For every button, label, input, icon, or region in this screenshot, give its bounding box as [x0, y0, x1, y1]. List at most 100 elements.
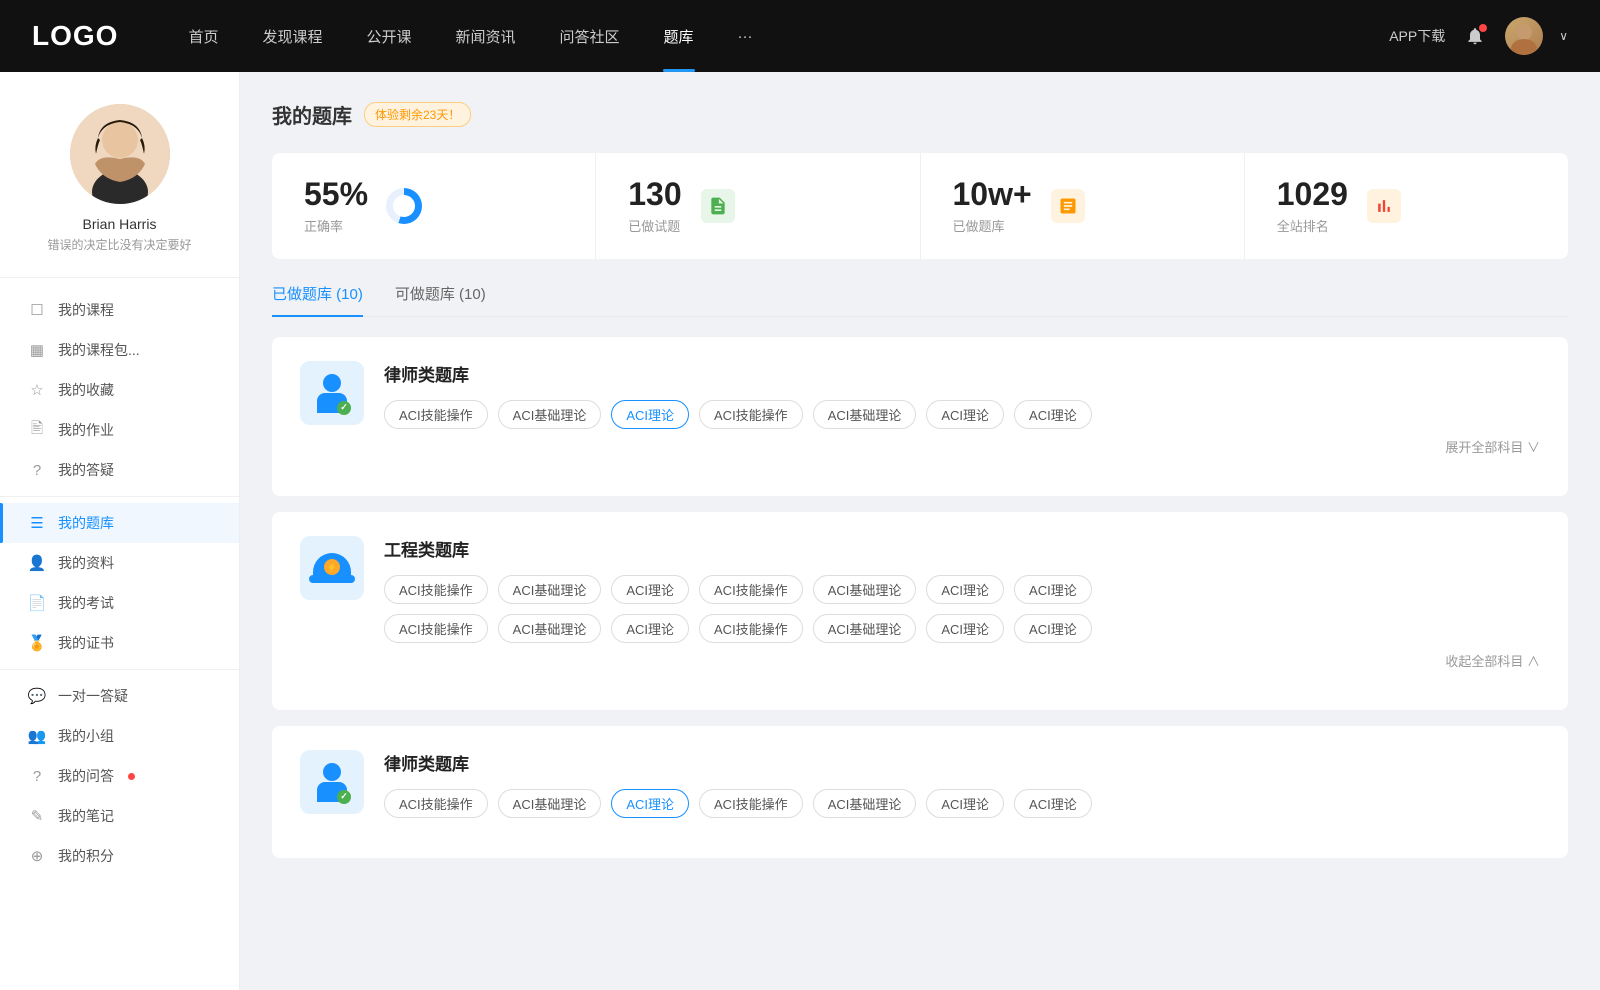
stat-banks-value: 10w+ — [953, 177, 1032, 212]
sidebar-label-homework: 我的作业 — [58, 420, 114, 440]
rank-icon — [1364, 186, 1404, 226]
sidebar-item-myqa[interactable]: ? 我的问答 — [0, 756, 239, 796]
tag-2-13[interactable]: ACI理论 — [1014, 614, 1092, 643]
tag-2-9[interactable]: ACI理论 — [611, 614, 689, 643]
notification-bell[interactable] — [1461, 22, 1489, 50]
lawyer-head-3 — [323, 763, 341, 781]
nav-links: 首页 发现课程 公开课 新闻资讯 问答社区 题库 ··· — [166, 0, 1389, 72]
sidebar-profile: Brian Harris 错误的决定比没有决定要好 — [0, 104, 239, 278]
chart-icon: ▦ — [28, 341, 46, 359]
qbank-card-1-expand[interactable]: 展开全部科目 ∨ — [384, 437, 1540, 456]
cert-icon: 🏅 — [28, 634, 46, 652]
sidebar-item-group[interactable]: 👥 我的小组 — [0, 716, 239, 756]
tag-3-3[interactable]: ACI技能操作 — [699, 789, 803, 818]
green-doc-icon — [701, 189, 735, 223]
sidebar-label-courses: 我的课程 — [58, 300, 114, 320]
qbank-card-3-name: 律师类题库 — [384, 750, 1540, 775]
nav-qa[interactable]: 问答社区 — [538, 0, 642, 72]
sidebar-item-profile[interactable]: 👤 我的资料 — [0, 543, 239, 583]
stat-banks-label: 已做题库 — [953, 216, 1032, 235]
sidebar-item-tutor[interactable]: 💬 一对一答疑 — [0, 676, 239, 716]
done-banks-icon — [1048, 186, 1088, 226]
avatar[interactable] — [1505, 17, 1543, 55]
sidebar-label-cert: 我的证书 — [58, 633, 114, 653]
nav-news[interactable]: 新闻资讯 — [434, 0, 538, 72]
nav-qbank[interactable]: 题库 — [642, 0, 716, 72]
tab-done[interactable]: 已做题库 (10) — [272, 283, 363, 316]
tag-3-6[interactable]: ACI理论 — [1014, 789, 1092, 818]
helmet-brim — [309, 575, 355, 583]
nav-more[interactable]: ··· — [716, 0, 775, 72]
tag-1-2[interactable]: ACI理论 — [611, 400, 689, 429]
profile-icon: 👤 — [28, 554, 46, 572]
stat-accuracy: 55% 正确率 — [272, 153, 596, 259]
stat-rank: 1029 全站排名 — [1245, 153, 1568, 259]
myqa-red-dot — [128, 773, 135, 780]
sidebar-item-cert[interactable]: 🏅 我的证书 — [0, 623, 239, 663]
tag-3-4[interactable]: ACI基础理论 — [813, 789, 917, 818]
divider-2 — [0, 669, 239, 670]
sidebar-label-myqa: 我的问答 — [58, 766, 114, 786]
tag-2-0[interactable]: ACI技能操作 — [384, 575, 488, 604]
sidebar-item-exam[interactable]: 📄 我的考试 — [0, 583, 239, 623]
tag-3-2[interactable]: ACI理论 — [611, 789, 689, 818]
question-icon: ? — [28, 461, 46, 479]
tag-2-3[interactable]: ACI技能操作 — [699, 575, 803, 604]
group-icon: 👥 — [28, 727, 46, 745]
stat-done-questions: 130 已做试题 — [596, 153, 920, 259]
qbank-card-1-icon: ✓ — [300, 361, 364, 425]
tag-2-12[interactable]: ACI理论 — [926, 614, 1004, 643]
tab-available[interactable]: 可做题库 (10) — [395, 283, 486, 316]
qbank-card-2-tags-row1: ACI技能操作 ACI基础理论 ACI理论 ACI技能操作 ACI基础理论 AC… — [384, 575, 1540, 604]
lawyer-badge: ✓ — [337, 401, 351, 415]
tag-1-6[interactable]: ACI理论 — [1014, 400, 1092, 429]
tag-2-6[interactable]: ACI理论 — [1014, 575, 1092, 604]
app-download-button[interactable]: APP下载 — [1389, 26, 1445, 46]
sidebar-item-qbank[interactable]: ☰ 我的题库 — [0, 503, 239, 543]
stat-rank-label: 全站排名 — [1277, 216, 1348, 235]
sidebar-item-questions[interactable]: ? 我的答疑 — [0, 450, 239, 490]
tag-2-11[interactable]: ACI基础理论 — [813, 614, 917, 643]
sidebar-label-favorites: 我的收藏 — [58, 380, 114, 400]
sidebar-item-points[interactable]: ⊕ 我的积分 — [0, 836, 239, 876]
lawyer-icon: ✓ — [317, 374, 347, 413]
tag-2-10[interactable]: ACI技能操作 — [699, 614, 803, 643]
tag-2-7[interactable]: ACI技能操作 — [384, 614, 488, 643]
tag-1-0[interactable]: ACI技能操作 — [384, 400, 488, 429]
tag-1-1[interactable]: ACI基础理论 — [498, 400, 602, 429]
tag-1-4[interactable]: ACI基础理论 — [813, 400, 917, 429]
tag-3-0[interactable]: ACI技能操作 — [384, 789, 488, 818]
nav-home[interactable]: 首页 — [166, 0, 240, 72]
sidebar-item-course-pack[interactable]: ▦ 我的课程包... — [0, 330, 239, 370]
logo[interactable]: LOGO — [32, 20, 118, 52]
tag-1-3[interactable]: ACI技能操作 — [699, 400, 803, 429]
user-menu-chevron[interactable]: ∨ — [1559, 29, 1568, 43]
sidebar-item-notes[interactable]: ✎ 我的笔记 — [0, 796, 239, 836]
tag-2-5[interactable]: ACI理论 — [926, 575, 1004, 604]
sidebar-item-favorites[interactable]: ☆ 我的收藏 — [0, 370, 239, 410]
tag-2-4[interactable]: ACI基础理论 — [813, 575, 917, 604]
qbank-card-2-tags-row2: ACI技能操作 ACI基础理论 ACI理论 ACI技能操作 ACI基础理论 AC… — [384, 614, 1540, 643]
qbank-card-2-name: 工程类题库 — [384, 536, 1540, 561]
tag-3-5[interactable]: ACI理论 — [926, 789, 1004, 818]
nav-discover[interactable]: 发现课程 — [240, 0, 344, 72]
points-icon: ⊕ — [28, 847, 46, 865]
tag-2-2[interactable]: ACI理论 — [611, 575, 689, 604]
orange-doc-icon — [1051, 189, 1085, 223]
stat-accuracy-value: 55% — [304, 177, 368, 212]
sidebar-label-course-pack: 我的课程包... — [58, 340, 140, 360]
nav-open[interactable]: 公开课 — [344, 0, 433, 72]
tag-1-5[interactable]: ACI理论 — [926, 400, 1004, 429]
divider-1 — [0, 496, 239, 497]
tag-3-1[interactable]: ACI基础理论 — [498, 789, 602, 818]
qbank-card-2-collapse[interactable]: 收起全部科目 ∧ — [384, 651, 1540, 670]
sidebar-item-courses[interactable]: ☐ 我的课程 — [0, 290, 239, 330]
tutor-icon: 💬 — [28, 687, 46, 705]
tag-2-8[interactable]: ACI基础理论 — [498, 614, 602, 643]
stat-rank-text: 1029 全站排名 — [1277, 177, 1348, 235]
tag-2-1[interactable]: ACI基础理论 — [498, 575, 602, 604]
profile-avatar[interactable] — [70, 104, 170, 204]
sidebar-item-homework[interactable]: 🖹 我的作业 — [0, 410, 239, 450]
notification-dot — [1479, 24, 1487, 32]
trial-badge: 体验剩余23天！ — [364, 102, 471, 127]
